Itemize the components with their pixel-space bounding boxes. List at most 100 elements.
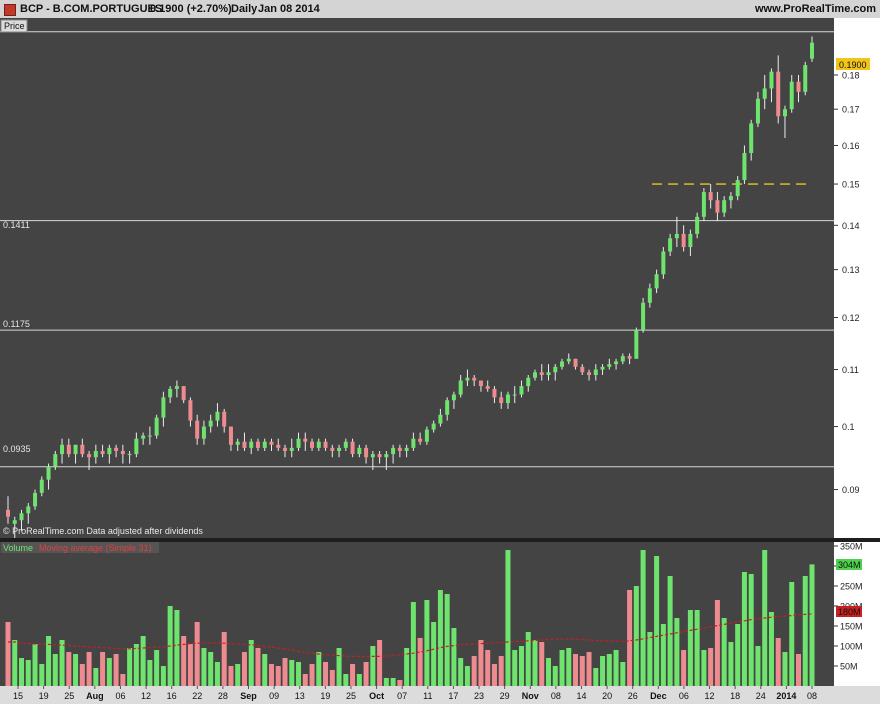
volume-bar (39, 664, 45, 686)
candle-body (532, 372, 537, 378)
candle-body (587, 372, 592, 376)
candle-body (364, 447, 369, 458)
time-tick-label: 28 (218, 691, 228, 701)
volume-bar (221, 632, 227, 686)
price-tick-label: 0.18 (842, 71, 860, 81)
volume-bar (721, 618, 727, 686)
volume-tick-label: 350M (840, 542, 863, 552)
time-tick-label: 19 (320, 691, 330, 701)
candle-body (769, 71, 774, 89)
candle-body (249, 441, 254, 448)
volume-bar (187, 644, 193, 686)
candle-body (614, 361, 619, 365)
volume-bar (262, 654, 268, 686)
volume-bar (160, 666, 166, 686)
time-tick-label: Dec (650, 691, 667, 701)
time-tick-label: 08 (807, 691, 817, 701)
time-tick-label: 12 (141, 691, 151, 701)
volume-bar (106, 658, 112, 686)
candle-body (141, 435, 146, 439)
candle-body (127, 454, 132, 456)
volume-bar (147, 660, 153, 686)
candle-body (283, 447, 288, 451)
volume-bar (573, 654, 579, 686)
candle-body (573, 358, 578, 367)
candle-body (431, 423, 436, 430)
candle-body (120, 450, 125, 455)
candle-body (12, 520, 17, 524)
volume-bar (370, 646, 376, 686)
volume-bar (606, 654, 612, 686)
site-link[interactable]: www.ProRealTime.com (755, 0, 876, 18)
volume-bar (120, 674, 126, 686)
candle-body (370, 454, 375, 458)
candle-body (350, 441, 355, 455)
price-change: 0.1900 (+2.70%) (150, 3, 232, 15)
candle-body (276, 444, 281, 448)
volume-bar (674, 618, 680, 686)
candle-body (512, 394, 517, 396)
candle-body (66, 444, 71, 455)
time-tick-label: 19 (39, 691, 49, 701)
volume-bar (748, 574, 754, 686)
volume-tick-label: 100M (840, 642, 863, 652)
data-note: © ProRealTime.com Data adjusted after di… (3, 526, 203, 536)
chart-window: BCP - B.COM.PORTUGUES 0.1900 (+2.70%) Da… (0, 0, 880, 704)
candle-body (715, 200, 720, 213)
candle (701, 188, 706, 222)
candle-body (357, 447, 362, 455)
volume-bar (586, 652, 592, 686)
candle-body (701, 192, 706, 217)
volume-bar (667, 576, 673, 686)
candle-body (255, 441, 260, 448)
current-ma-label: 180M (838, 607, 861, 617)
candle-body (485, 386, 490, 389)
candle-body (654, 274, 659, 289)
time-tick-label: 17 (448, 691, 458, 701)
volume-bar (647, 632, 653, 686)
candle-body (722, 200, 727, 213)
candle-body (492, 388, 497, 398)
volume-bar (268, 664, 274, 686)
volume-bar (491, 664, 497, 686)
time-tick-label: 13 (295, 691, 305, 701)
candle-body (154, 417, 159, 436)
volume-bar (654, 556, 660, 686)
volume-bar (194, 622, 200, 686)
time-tick-label: Sep (240, 691, 257, 701)
volume-bar (505, 550, 511, 686)
candle-body (688, 233, 693, 248)
panel-divider[interactable] (0, 538, 880, 542)
candle-body (566, 358, 571, 362)
time-tick-label: 18 (730, 691, 740, 701)
volume-bar (343, 674, 349, 686)
candle-body (195, 420, 200, 439)
candle-body (134, 438, 139, 455)
price-tick-label: 0.17 (842, 105, 860, 115)
symbol-name: BCP - B.COM.PORTUGUES (20, 3, 163, 15)
candle-body (235, 441, 240, 445)
volume-bar (708, 648, 714, 686)
volume-bar (525, 632, 531, 686)
time-tick-label: 20 (602, 691, 612, 701)
ticker-icon[interactable] (4, 4, 16, 16)
candle-body (728, 196, 733, 201)
volume-bar (809, 564, 815, 686)
time-tick-label: Nov (522, 691, 539, 701)
price-tick-label: 0.14 (842, 221, 860, 231)
current-price-label: 0.1900 (839, 60, 867, 70)
price-panel-bg (0, 18, 834, 538)
candle-body (222, 411, 227, 427)
header-date: Jan 08 2014 (258, 3, 320, 15)
volume-bar (579, 656, 585, 686)
candle-body (26, 506, 31, 514)
volume-bar (451, 628, 457, 686)
candle-body (695, 216, 700, 234)
price-tick-label: 0.13 (842, 265, 860, 275)
volume-bar (660, 624, 666, 686)
volume-bar (86, 652, 92, 686)
candle-body (330, 447, 335, 451)
candle-body (411, 438, 416, 448)
candle-body (505, 394, 510, 404)
volume-bar (52, 654, 58, 686)
